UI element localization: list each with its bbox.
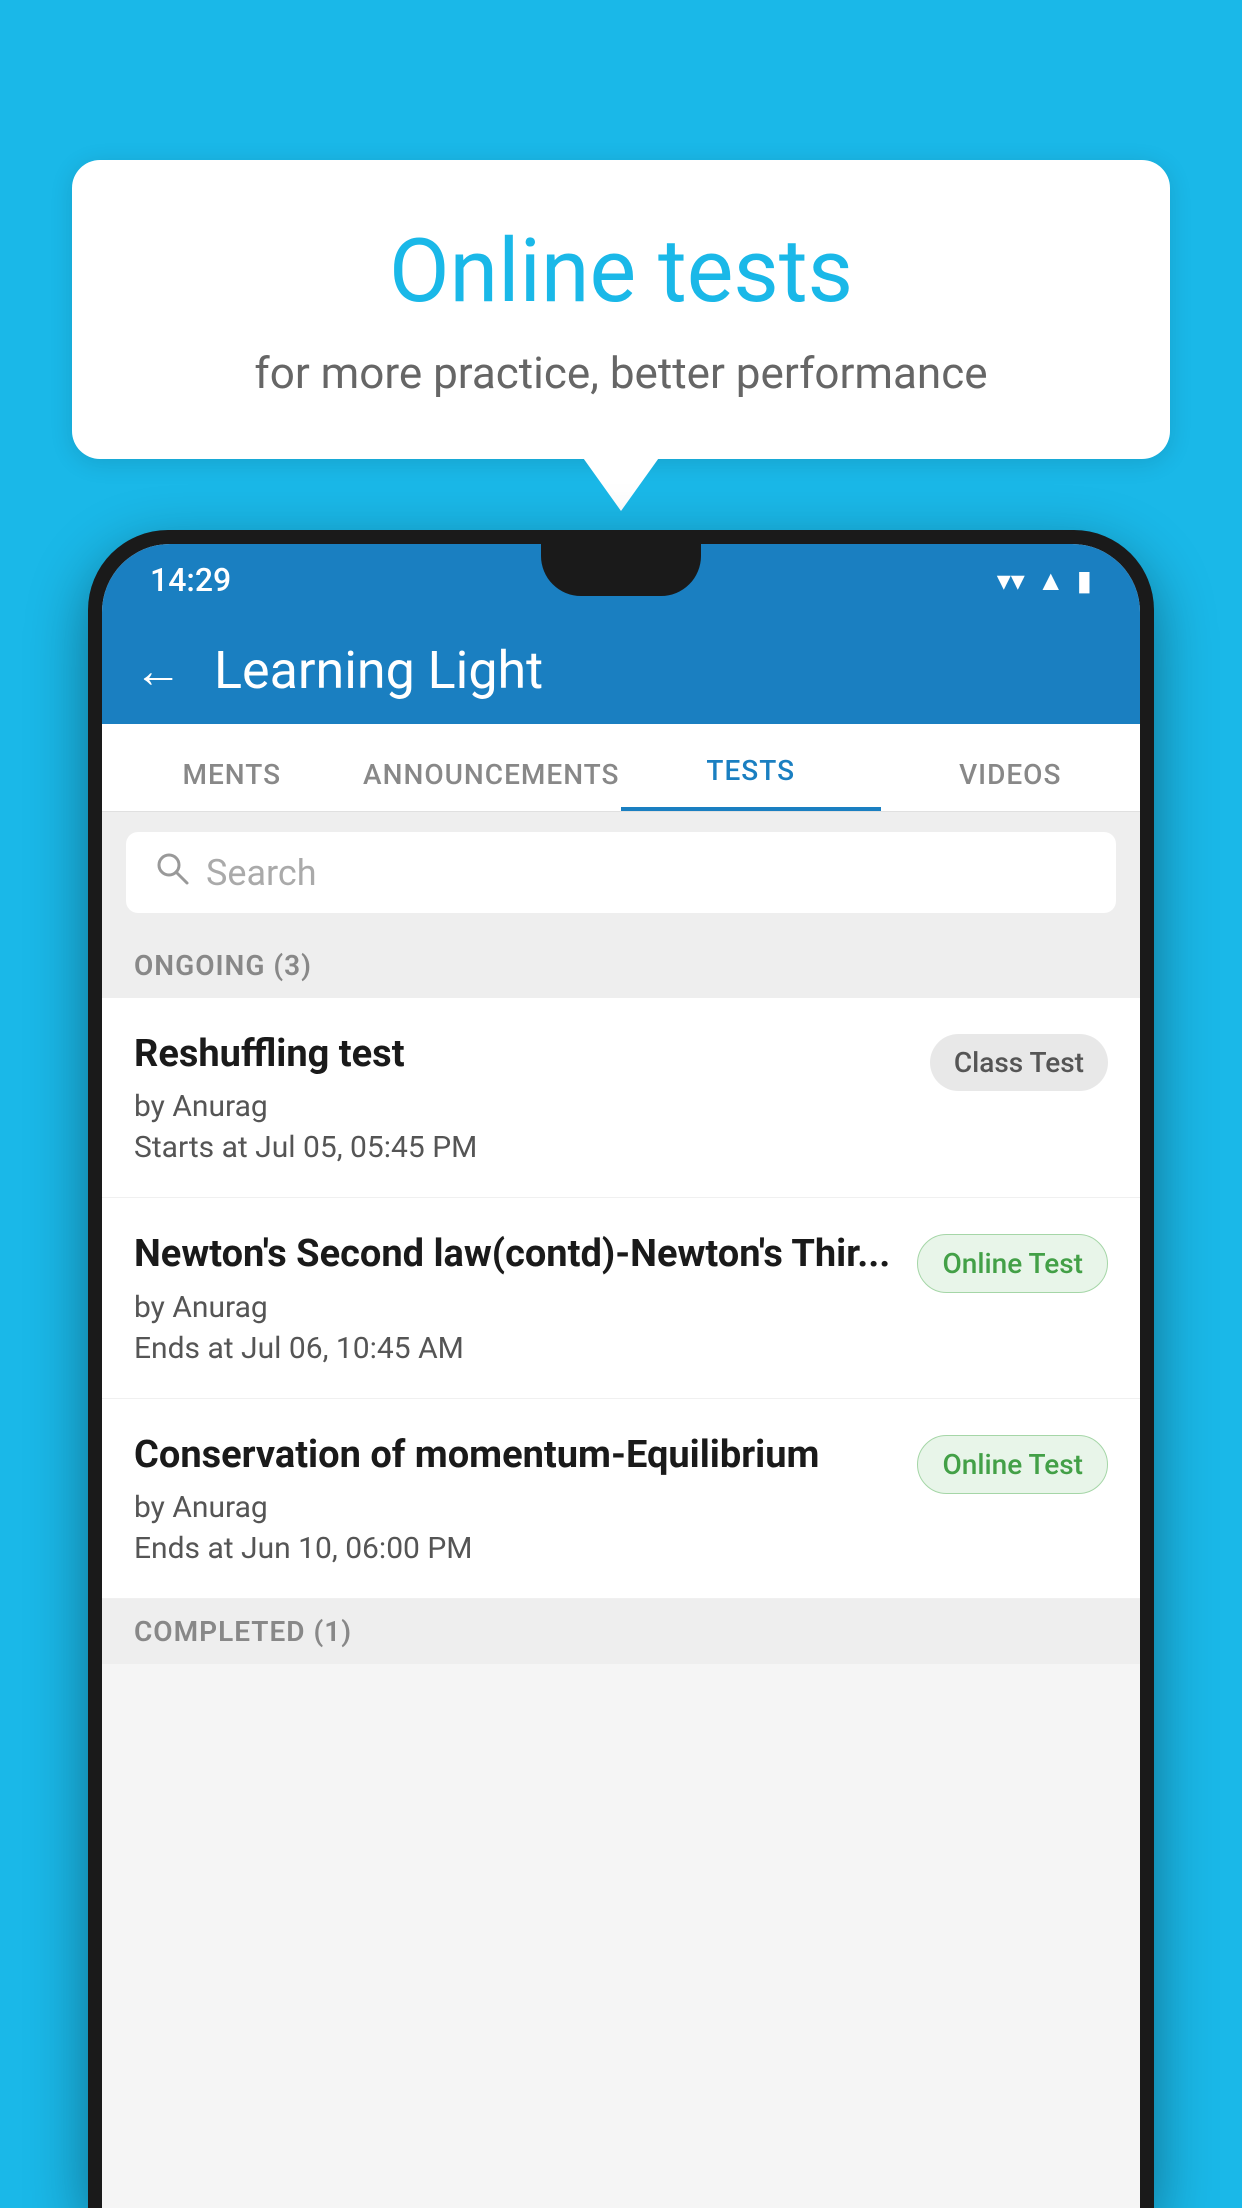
test-title-3: Conservation of momentum-Equilibrium	[134, 1431, 897, 1480]
test-content-1: Reshuffling test by Anurag Starts at Jul…	[134, 1030, 910, 1165]
ongoing-header: ONGOING (3)	[102, 933, 1140, 998]
test-content-3: Conservation of momentum-Equilibrium by …	[134, 1431, 897, 1566]
completed-header: COMPLETED (1)	[102, 1599, 1140, 1664]
phone-screen: Search ONGOING (3) Reshuffling test by A…	[102, 812, 1140, 2208]
test-item-2[interactable]: Newton's Second law(contd)-Newton's Thir…	[102, 1198, 1140, 1398]
phone-inner: 14:29 ▾▾ ▲ ▮ ← Learning Light MENTS ANNO…	[102, 544, 1140, 2208]
test-item-3[interactable]: Conservation of momentum-Equilibrium by …	[102, 1399, 1140, 1599]
status-icons: ▾▾ ▲ ▮	[997, 564, 1092, 597]
tab-bar: MENTS ANNOUNCEMENTS TESTS VIDEOS	[102, 724, 1140, 812]
test-date-2: Ends at Jul 06, 10:45 AM	[134, 1331, 897, 1366]
search-bar[interactable]: Search	[126, 832, 1116, 913]
app-title: Learning Light	[214, 640, 543, 701]
test-author-2: by Anurag	[134, 1290, 897, 1325]
test-content-2: Newton's Second law(contd)-Newton's Thir…	[134, 1230, 897, 1365]
status-time: 14:29	[150, 561, 231, 599]
tab-videos[interactable]: VIDEOS	[881, 758, 1141, 811]
signal-icon: ▲	[1037, 564, 1065, 597]
battery-icon: ▮	[1077, 564, 1092, 597]
test-date-1: Starts at Jul 05, 05:45 PM	[134, 1130, 910, 1165]
test-date-3: Ends at Jun 10, 06:00 PM	[134, 1531, 897, 1566]
wifi-icon: ▾▾	[997, 564, 1025, 597]
test-title-2: Newton's Second law(contd)-Newton's Thir…	[134, 1230, 897, 1279]
status-bar: 14:29 ▾▾ ▲ ▮	[102, 544, 1140, 616]
phone-notch	[541, 544, 701, 596]
test-list: Reshuffling test by Anurag Starts at Jul…	[102, 998, 1140, 1599]
tab-ments[interactable]: MENTS	[102, 758, 362, 811]
app-bar: ← Learning Light	[102, 616, 1140, 724]
test-author-3: by Anurag	[134, 1490, 897, 1525]
test-badge-3: Online Test	[917, 1435, 1108, 1494]
promo-bubble: Online tests for more practice, better p…	[72, 160, 1170, 459]
test-title-1: Reshuffling test	[134, 1030, 910, 1079]
back-button[interactable]: ←	[134, 642, 182, 699]
tab-announcements[interactable]: ANNOUNCEMENTS	[362, 758, 622, 811]
search-container: Search	[102, 812, 1140, 933]
test-item-1[interactable]: Reshuffling test by Anurag Starts at Jul…	[102, 998, 1140, 1198]
bubble-subtitle: for more practice, better performance	[152, 347, 1090, 399]
test-author-1: by Anurag	[134, 1089, 910, 1124]
search-icon	[154, 850, 190, 895]
bubble-title: Online tests	[152, 220, 1090, 323]
search-input[interactable]: Search	[206, 852, 317, 894]
phone-frame: 14:29 ▾▾ ▲ ▮ ← Learning Light MENTS ANNO…	[88, 530, 1154, 2208]
tab-tests[interactable]: TESTS	[621, 754, 881, 811]
test-badge-1: Class Test	[930, 1034, 1108, 1091]
test-badge-2: Online Test	[917, 1234, 1108, 1293]
